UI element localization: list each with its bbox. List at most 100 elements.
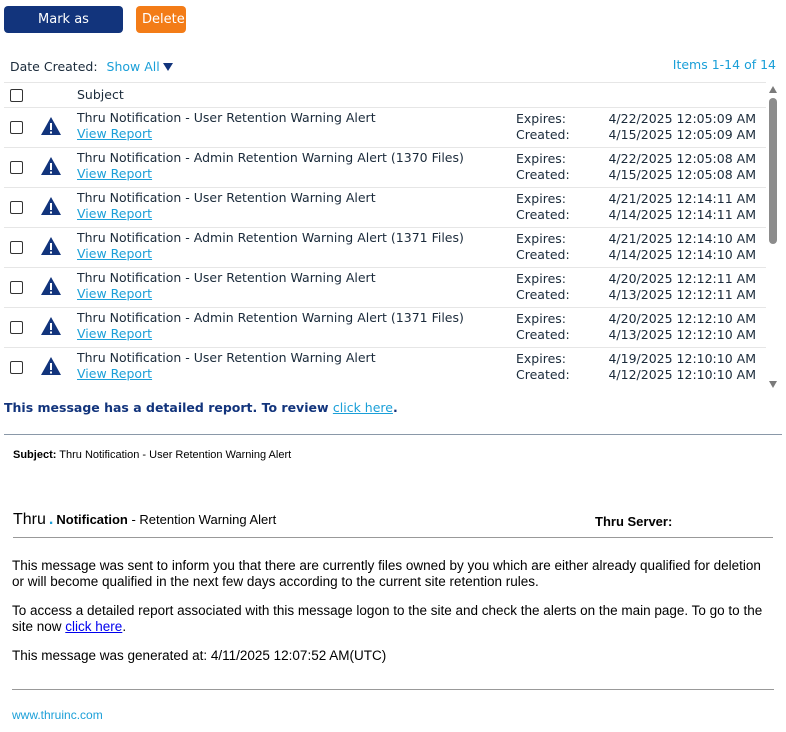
notification-subtitle: - Retention Warning Alert: [127, 512, 277, 527]
dropdown-arrow-icon[interactable]: [162, 63, 173, 71]
expires-label: Expires:: [516, 351, 566, 366]
row-subject: Thru Notification - User Retention Warni…: [77, 350, 376, 365]
scroll-down-arrow-icon[interactable]: [769, 381, 777, 388]
preview-subject-value: Thru Notification - User Retention Warni…: [56, 449, 292, 461]
created-value: 4/15/2025 12:05:09 AM: [608, 127, 756, 142]
row-subject: Thru Notification - Admin Retention Warn…: [77, 150, 464, 165]
created-value: 4/15/2025 12:05:08 AM: [608, 167, 756, 182]
expires-value: 4/21/2025 12:14:11 AM: [608, 191, 756, 206]
expires-label: Expires:: [516, 151, 566, 166]
message-row[interactable]: Thru Notification - User Retention Warni…: [4, 347, 766, 387]
items-count: Items 1-14 of 14: [672, 57, 776, 72]
subject-column-header: Subject: [77, 87, 124, 102]
preview-subject-label: Subject:: [13, 449, 57, 461]
created-label: Created:: [516, 287, 570, 302]
warning-icon: [41, 117, 61, 135]
message-row[interactable]: Thru Notification - User Retention Warni…: [4, 107, 766, 148]
view-report-link[interactable]: View Report: [77, 326, 152, 341]
expires-value: 4/20/2025 12:12:11 AM: [608, 271, 756, 286]
row-checkbox[interactable]: [10, 201, 23, 214]
thruinc-website-link[interactable]: www.thruinc.com: [12, 708, 103, 722]
created-value: 4/14/2025 12:14:10 AM: [608, 247, 756, 262]
view-report-link[interactable]: View Report: [77, 286, 152, 301]
view-report-link[interactable]: View Report: [77, 126, 152, 141]
created-value: 4/13/2025 12:12:11 AM: [608, 287, 756, 302]
expires-value: 4/22/2025 12:05:08 AM: [608, 151, 756, 166]
expires-label: Expires:: [516, 311, 566, 326]
warning-icon: [41, 197, 61, 215]
row-checkbox[interactable]: [10, 121, 23, 134]
row-subject: Thru Notification - Admin Retention Warn…: [77, 310, 464, 325]
expires-label: Expires:: [516, 111, 566, 126]
warning-icon: [41, 317, 61, 335]
view-report-link[interactable]: View Report: [77, 166, 152, 181]
message-paragraph-2-suffix: .: [122, 619, 127, 634]
view-report-link[interactable]: View Report: [77, 366, 152, 381]
expires-value: 4/20/2025 12:12:10 AM: [608, 311, 756, 326]
list-scrollbar[interactable]: [768, 86, 778, 388]
expires-value: 4/22/2025 12:05:09 AM: [608, 111, 756, 126]
scroll-up-arrow-icon[interactable]: [769, 86, 777, 93]
row-checkbox[interactable]: [10, 161, 23, 174]
mark-as-reviewed-button[interactable]: Mark as Reviewed: [4, 6, 123, 54]
notification-title: Notification: [56, 512, 128, 527]
created-label: Created:: [516, 167, 570, 182]
row-checkbox[interactable]: [10, 281, 23, 294]
row-checkbox[interactable]: [10, 321, 23, 334]
generated-at-text: This message was generated at: 4/11/2025…: [12, 648, 387, 663]
date-created-label: Date Created:: [10, 59, 98, 74]
expires-label: Expires:: [516, 271, 566, 286]
message-row[interactable]: Thru Notification - Admin Retention Warn…: [4, 227, 766, 268]
expires-label: Expires:: [516, 191, 566, 206]
warning-icon: [41, 237, 61, 255]
message-row[interactable]: Thru Notification - User Retention Warni…: [4, 267, 766, 308]
created-label: Created:: [516, 327, 570, 342]
date-filter: Date Created: Show All: [10, 59, 173, 74]
created-label: Created:: [516, 247, 570, 262]
thru-logo-text: Thru: [13, 511, 46, 528]
row-subject: Thru Notification - User Retention Warni…: [77, 110, 376, 125]
detailed-report-note: This message has a detailed report. To r…: [4, 400, 398, 415]
message-list: Subject Thru Notification - User Retenti…: [4, 82, 766, 387]
created-value: 4/13/2025 12:12:10 AM: [608, 327, 756, 342]
expires-value: 4/19/2025 12:10:10 AM: [608, 351, 756, 366]
toolbar: Mark as Reviewed Delete: [4, 6, 186, 54]
detailed-report-link[interactable]: click here: [333, 400, 393, 415]
list-header: Subject: [4, 82, 766, 108]
expires-label: Expires:: [516, 231, 566, 246]
warning-icon: [41, 357, 61, 375]
view-report-link[interactable]: View Report: [77, 206, 152, 221]
thru-server-label: Thru Server:: [595, 514, 673, 529]
row-checkbox[interactable]: [10, 361, 23, 374]
warning-icon: [41, 157, 61, 175]
preview-divider: [4, 434, 782, 435]
view-report-link[interactable]: View Report: [77, 246, 152, 261]
go-to-site-link[interactable]: click here: [65, 619, 122, 634]
created-value: 4/14/2025 12:14:11 AM: [608, 207, 756, 222]
message-row[interactable]: Thru Notification - Admin Retention Warn…: [4, 147, 766, 188]
scroll-thumb[interactable]: [769, 98, 777, 244]
row-subject: Thru Notification - User Retention Warni…: [77, 190, 376, 205]
show-all-dropdown[interactable]: Show All: [107, 59, 160, 74]
message-row[interactable]: Thru Notification - Admin Retention Warn…: [4, 307, 766, 348]
row-subject: Thru Notification - User Retention Warni…: [77, 270, 376, 285]
warning-icon: [41, 277, 61, 295]
row-checkbox[interactable]: [10, 241, 23, 254]
created-label: Created:: [516, 207, 570, 222]
row-subject: Thru Notification - Admin Retention Warn…: [77, 230, 464, 245]
preview-subject: Subject: Thru Notification - User Retent…: [13, 449, 291, 461]
detailed-report-suffix: .: [392, 400, 398, 415]
thru-logo-dot: .: [48, 511, 54, 528]
expires-value: 4/21/2025 12:14:10 AM: [608, 231, 756, 246]
email-brand-header: Thru. Notification - Retention Warning Al…: [13, 511, 773, 538]
delete-button[interactable]: Delete: [136, 6, 186, 33]
message-paragraph-1: This message was sent to inform you that…: [12, 558, 761, 589]
select-all-checkbox[interactable]: [10, 89, 23, 102]
message-row[interactable]: Thru Notification - User Retention Warni…: [4, 187, 766, 228]
created-label: Created:: [516, 367, 570, 382]
footer-divider: [12, 689, 774, 690]
detailed-report-text: This message has a detailed report. To r…: [4, 400, 333, 415]
created-label: Created:: [516, 127, 570, 142]
created-value: 4/12/2025 12:10:10 AM: [608, 367, 756, 382]
message-paragraph-2: To access a detailed report associated w…: [12, 603, 774, 635]
